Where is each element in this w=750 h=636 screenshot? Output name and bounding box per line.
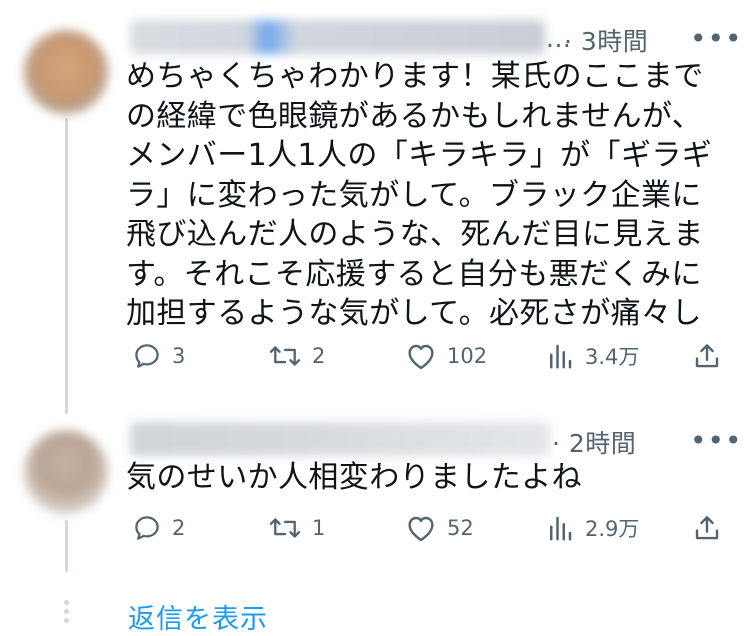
reply-button[interactable]: 2 xyxy=(132,513,185,543)
thread-line xyxy=(65,520,68,572)
thread-line xyxy=(65,118,68,414)
like-count: 52 xyxy=(447,516,474,540)
avatar[interactable] xyxy=(24,430,108,514)
repost-button[interactable]: 1 xyxy=(268,513,325,543)
like-count: 102 xyxy=(447,344,488,368)
reply-count: 3 xyxy=(172,344,186,368)
reply-button[interactable]: 3 xyxy=(132,341,185,371)
view-count: 3.4万 xyxy=(585,345,640,369)
display-name[interactable] xyxy=(130,422,550,456)
repost-icon xyxy=(269,346,301,366)
avatar[interactable] xyxy=(24,30,108,114)
views-button[interactable]: 2.9万 xyxy=(545,513,639,543)
repost-count: 1 xyxy=(312,516,326,540)
timestamp[interactable]: · 3時間 xyxy=(564,22,648,58)
display-name[interactable] xyxy=(130,20,545,54)
more-icon[interactable]: ••• xyxy=(690,424,743,457)
repost-button[interactable]: 2 xyxy=(268,341,325,371)
reply-text: めちゃくちゃわかります！某氏のここまでの経緯で色眼鏡があるかもしれませんが、メン… xyxy=(126,59,713,331)
reply-count: 2 xyxy=(172,516,186,540)
share-button[interactable] xyxy=(692,513,732,543)
reply-icon xyxy=(135,344,159,368)
more-icon[interactable]: ••• xyxy=(690,22,743,55)
views-icon xyxy=(550,516,572,541)
timestamp[interactable]: · 2時間 xyxy=(552,424,636,460)
more-replies-dots-icon xyxy=(64,600,70,627)
view-count: 2.9万 xyxy=(585,517,640,541)
share-icon xyxy=(695,516,719,540)
views-button[interactable]: 3.4万 xyxy=(545,341,639,371)
share-icon xyxy=(695,344,719,368)
reply-icon xyxy=(135,516,159,540)
show-replies-link[interactable]: 返信を表示 xyxy=(128,597,268,636)
share-button[interactable] xyxy=(692,341,732,371)
like-icon xyxy=(408,344,434,370)
like-button[interactable]: 102 xyxy=(405,341,487,371)
like-button[interactable]: 52 xyxy=(405,513,474,543)
reply-text: 気のせいか人相変わりましたよね xyxy=(126,460,582,495)
repost-icon xyxy=(269,518,301,538)
views-icon xyxy=(550,344,572,369)
like-icon xyxy=(408,516,434,542)
repost-count: 2 xyxy=(312,344,326,368)
